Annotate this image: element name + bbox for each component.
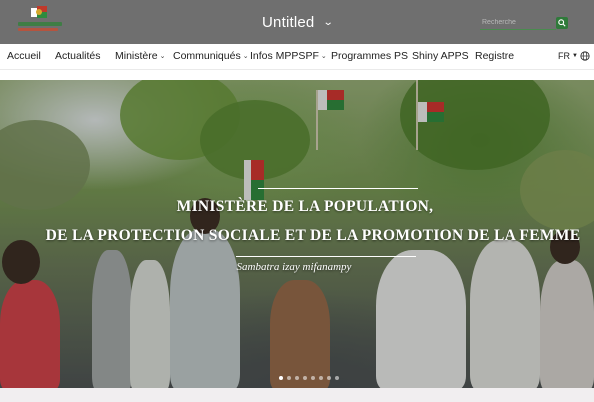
slider-dot[interactable] — [335, 376, 339, 380]
nav-item-infos[interactable]: Infos MPPSPF ⌄ — [250, 50, 327, 62]
search-bar — [480, 16, 570, 30]
chevron-down-icon: ⌄ — [320, 53, 327, 60]
search-input[interactable] — [480, 16, 556, 30]
hero-title-line1: MINISTÈRE DE LA POPULATION, — [176, 198, 434, 215]
main-nav: Accueil Actualités Ministère ⌄ Communiqu… — [0, 44, 594, 70]
nav-label: Actualités — [55, 50, 101, 62]
nav-label: Registre — [475, 50, 515, 62]
nav-item-actualites[interactable]: Actualités — [55, 50, 101, 62]
caret-down-icon: ▼ — [572, 53, 578, 59]
nav-label: Communiqués — [173, 50, 241, 62]
chevron-down-icon: ⌄ — [159, 53, 166, 60]
logo-text-line — [18, 22, 62, 26]
content-strip — [0, 388, 594, 402]
nav-item-shiny-apps[interactable]: Shiny APPS — [412, 50, 469, 62]
search-button[interactable] — [556, 17, 568, 29]
hero-title-line2: DE LA PROTECTION SOCIALE ET DE LA PROMOT… — [45, 227, 581, 244]
nav-item-programmes[interactable]: Programmes PS — [331, 50, 408, 62]
nav-label: Infos MPPSPF — [250, 50, 319, 62]
hero-banner[interactable]: MINISTÈRE DE LA POPULATION, DE LA PROTEC… — [0, 80, 594, 388]
nav-label: Shiny APPS — [412, 50, 469, 62]
nav-label: Accueil — [7, 50, 41, 62]
nav-item-accueil[interactable]: Accueil — [7, 50, 41, 62]
slider-dot[interactable] — [303, 376, 307, 380]
hero-tagline: Sambatra izay mifanampy — [236, 261, 352, 273]
slider-dot[interactable] — [287, 376, 291, 380]
nav-item-ministere[interactable]: Ministère ⌄ — [115, 50, 165, 62]
chevron-down-icon: ⌄ — [323, 16, 335, 28]
nav-item-communiques[interactable]: Communiqués ⌄ — [173, 50, 249, 62]
nav-label: Ministère — [115, 50, 158, 62]
ministry-logo[interactable] — [18, 5, 62, 33]
hero-divider — [258, 188, 418, 189]
slider-dots — [279, 376, 339, 380]
slider-dot[interactable] — [279, 376, 283, 380]
logo-text-line — [18, 28, 58, 31]
top-header: Untitled ⌄ — [0, 0, 594, 44]
slider-dot[interactable] — [311, 376, 315, 380]
page-title: Untitled — [262, 13, 315, 31]
slider-dot[interactable] — [327, 376, 331, 380]
chevron-down-icon: ⌄ — [242, 53, 249, 60]
nav-item-registre[interactable]: Registre — [475, 50, 514, 62]
emblem-icon — [31, 6, 47, 18]
nav-label: Programmes PS — [331, 50, 409, 62]
hero-divider — [236, 256, 416, 257]
language-selector[interactable]: FR ▼ — [558, 51, 590, 61]
slider-dot[interactable] — [319, 376, 323, 380]
globe-icon — [580, 51, 590, 61]
search-icon — [558, 19, 566, 27]
title-dropdown[interactable]: Untitled ⌄ — [262, 12, 335, 32]
language-label: FR — [558, 51, 571, 61]
slider-dot[interactable] — [295, 376, 299, 380]
